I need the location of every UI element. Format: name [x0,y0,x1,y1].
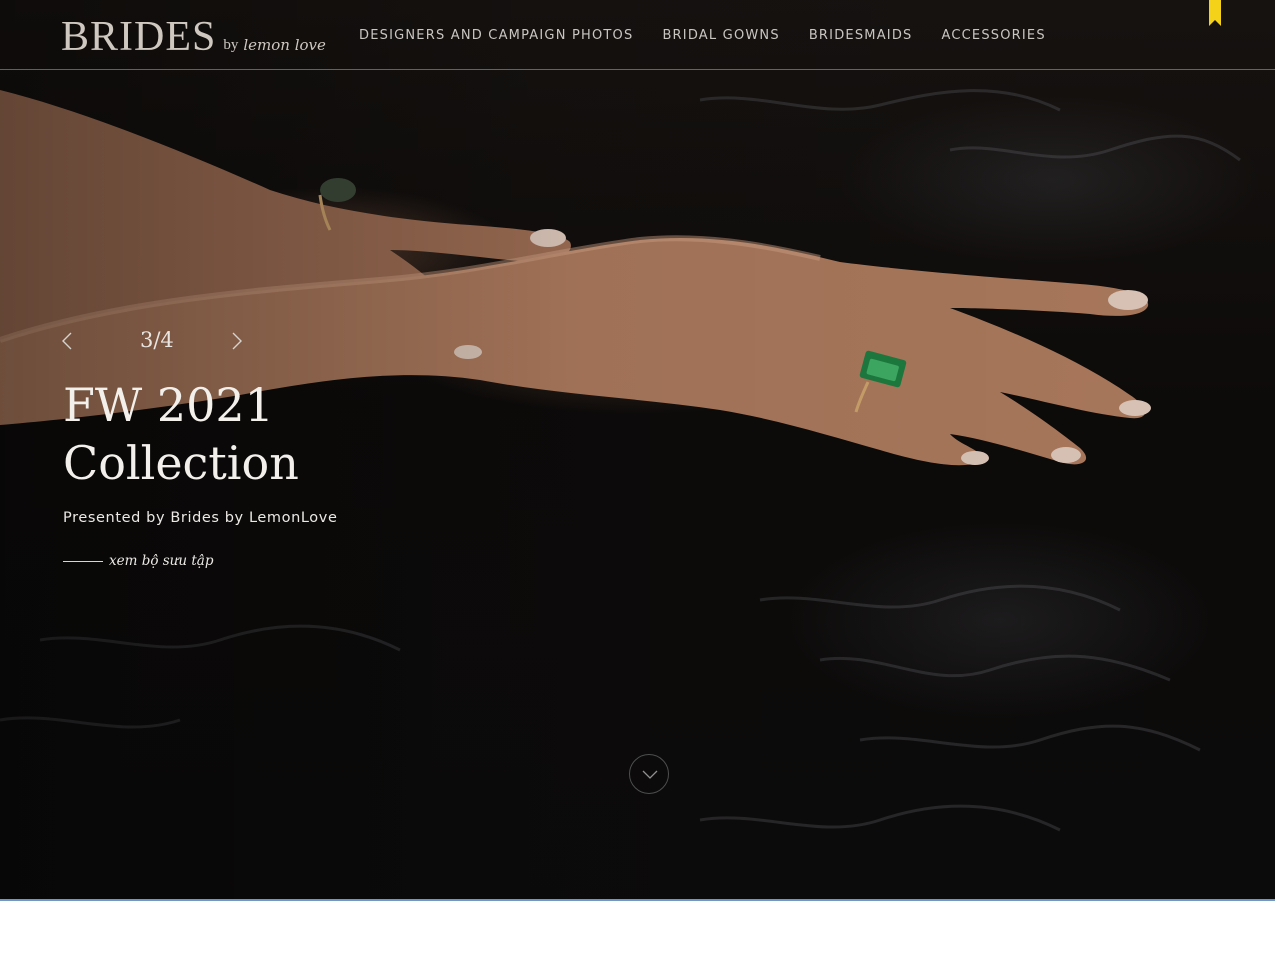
bookmark-icon[interactable] [1209,0,1221,26]
logo-wordmark: BRIDES [61,14,217,60]
scroll-down-button[interactable] [629,754,669,794]
slide-title: FW 2021 Collection [63,378,299,490]
section-divider [0,899,1275,901]
view-collection-link[interactable]: xem bộ sưu tập [63,553,213,569]
slide-counter: 3/4 [140,328,174,352]
nav-bridesmaids[interactable]: BRIDESMAIDS [809,28,913,44]
chevron-right-icon[interactable] [230,331,244,351]
nav-accessories[interactable]: ACCESSORIES [941,28,1045,44]
logo-by: by [223,37,239,53]
main-nav: DESIGNERS AND CAMPAIGN PHOTOS BRIDAL GOW… [359,28,1046,44]
nav-designers[interactable]: DESIGNERS AND CAMPAIGN PHOTOS [359,28,633,44]
link-rule [63,560,103,562]
chevron-left-icon[interactable] [60,331,74,351]
brand-logo[interactable]: BRIDES by lemon love [61,13,326,60]
site-header: BRIDES by lemon love DESIGNERS AND CAMPA… [0,0,1275,70]
nav-bridal-gowns[interactable]: BRIDAL GOWNS [662,28,779,44]
logo-script: lemon love [243,36,326,54]
view-collection-label: xem bộ sưu tập [109,553,214,569]
slide-subtitle: Presented by Brides by LemonLove [63,510,338,526]
chevron-down-icon [642,770,658,779]
